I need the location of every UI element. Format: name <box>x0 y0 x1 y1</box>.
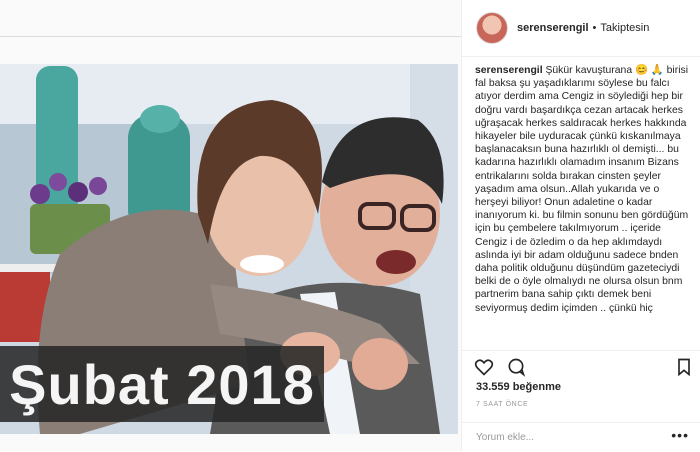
avatar[interactable] <box>476 12 508 44</box>
bookmark-icon[interactable] <box>674 357 694 377</box>
caption-banner: Şubat 2018 <box>0 346 324 422</box>
action-bar <box>462 350 700 381</box>
comment-username[interactable]: serenserengil <box>475 65 543 76</box>
post-sidebar: serenserengil • Takiptesin serenserengil… <box>461 0 700 451</box>
comment-text: Şükür kavuşturana 😊 🙏 birisi fal baksa ş… <box>475 65 689 314</box>
comment-input-bar: Yorum ekle... ••• <box>462 422 700 452</box>
page-background: Şubat 2018 serenserengil • Takiptesin se… <box>0 0 700 451</box>
follow-status[interactable]: Takiptesin <box>600 22 649 34</box>
caption-comment: serenserengil Şükür kavuşturana 😊 🙏 biri… <box>475 64 691 349</box>
more-options-icon[interactable]: ••• <box>671 427 689 443</box>
separator-dot: • <box>592 22 597 34</box>
post-photo[interactable]: Şubat 2018 <box>0 64 458 434</box>
heart-icon[interactable] <box>474 357 494 377</box>
post-time: 7 SAAT ÖNCE <box>476 401 529 408</box>
post-header: serenserengil • Takiptesin <box>462 0 700 57</box>
comment-bubble-icon[interactable] <box>506 357 526 377</box>
caption-banner-text: Şubat 2018 <box>9 352 315 416</box>
comment-input[interactable]: Yorum ekle... <box>476 432 534 443</box>
like-count[interactable]: 33.559 beğenme <box>476 381 561 393</box>
author-username[interactable]: serenserengil <box>517 22 589 34</box>
